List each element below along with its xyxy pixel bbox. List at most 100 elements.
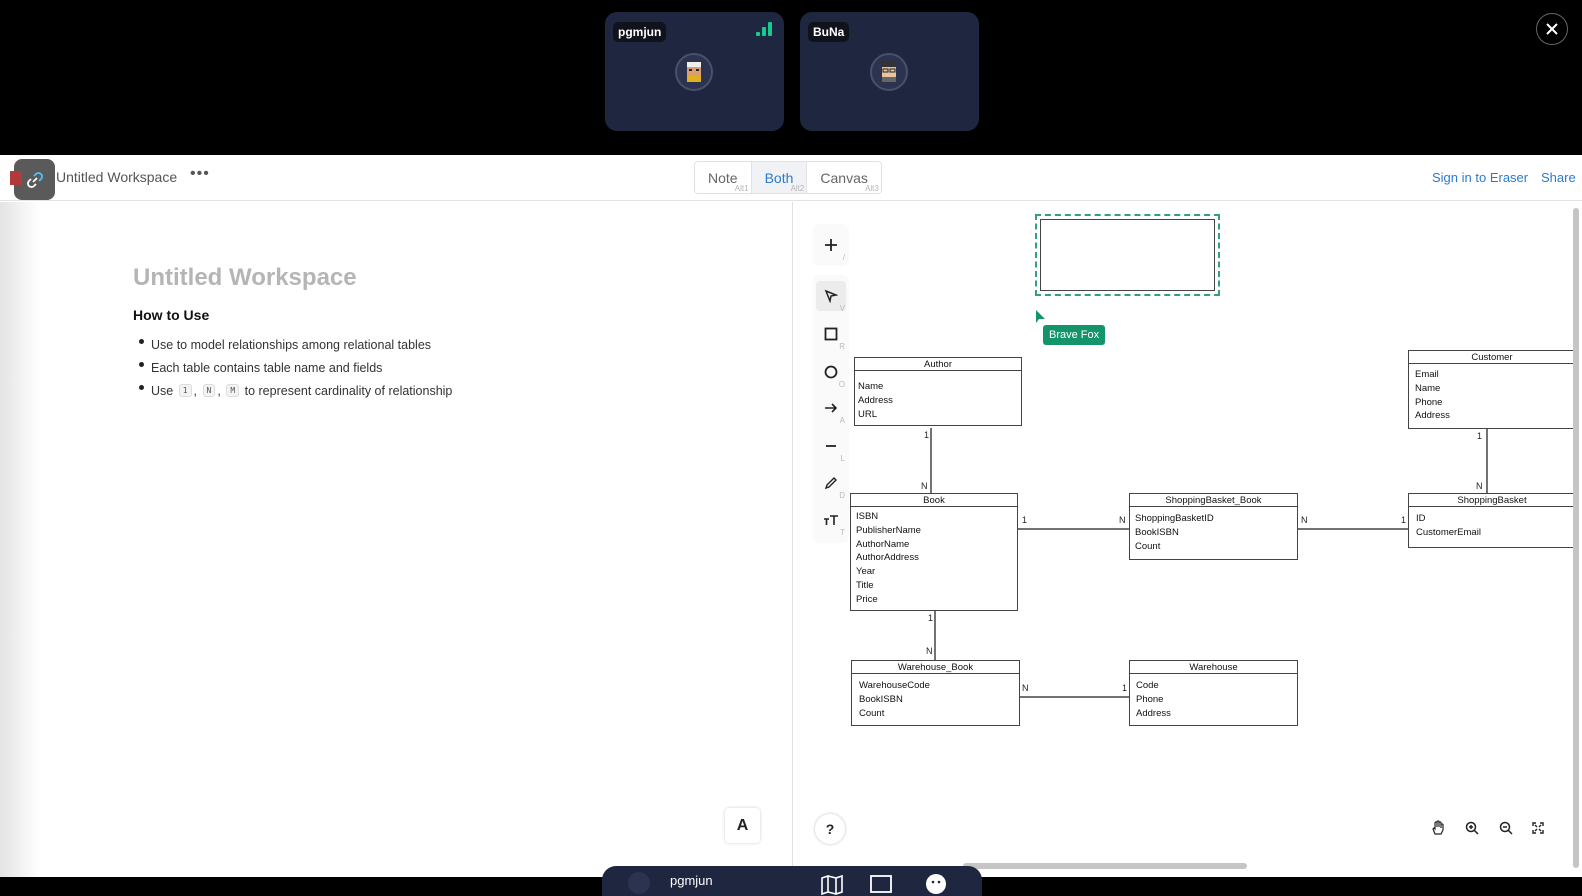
cardinality-label: 1: [1477, 431, 1483, 441]
zoom-controls: [1420, 812, 1554, 844]
table-field: Address: [858, 394, 893, 406]
cardinality-label: 1: [1122, 683, 1128, 693]
inline-code: 1: [178, 384, 192, 397]
list-item[interactable]: Use to model relationships among relatio…: [139, 333, 452, 356]
eraser-app: Untitled Workspace ••• Note Alt1 Both Al…: [0, 155, 1582, 877]
horizontal-scrollbar[interactable]: [963, 863, 1247, 869]
table-name: Customer: [1409, 351, 1575, 364]
table-field: Title: [856, 579, 874, 591]
table-fields: Code Phone Address: [1130, 674, 1297, 720]
vertical-scrollbar[interactable]: [1573, 208, 1579, 868]
current-user-name: pgmjun: [670, 873, 713, 888]
table-warehouse-book[interactable]: Warehouse_Book WarehouseCode BookISBN Co…: [851, 660, 1020, 726]
bullet-text: Use to model relationships among relatio…: [151, 337, 432, 352]
table-field: ISBN: [856, 511, 879, 522]
share-link[interactable]: Share: [1541, 170, 1576, 185]
table-field: Phone: [1136, 693, 1164, 705]
table-field: ShoppingBasketID: [1135, 513, 1214, 524]
table-field: AuthorName: [856, 538, 910, 550]
map-icon[interactable]: [820, 872, 844, 896]
sign-in-link[interactable]: Sign in to Eraser: [1432, 170, 1528, 185]
cardinality-label: N: [1119, 515, 1126, 525]
table-book[interactable]: Book ISBN PublisherName AuthorName Autho…: [850, 493, 1018, 611]
participant-tile-buna[interactable]: BuNa: [800, 12, 979, 131]
table-fields: Name Address URL: [855, 371, 1021, 421]
video-call-bar: pgmjun BuNa: [0, 0, 1582, 155]
table-field: Code: [1136, 680, 1159, 691]
table-author[interactable]: Author Name Address URL: [854, 357, 1022, 426]
table-field: Year: [856, 566, 876, 578]
fit-to-screen-icon[interactable]: [1532, 822, 1544, 834]
separator: ,: [217, 383, 221, 398]
table-field: WarehouseCode: [859, 680, 930, 691]
more-options-button[interactable]: •••: [190, 165, 210, 183]
table-field: PublisherName: [856, 524, 921, 536]
avatar: [628, 872, 650, 894]
note-heading[interactable]: How to Use: [133, 307, 209, 323]
table-fields: WarehouseCode BookISBN Count: [852, 674, 1019, 720]
pixel-avatar-icon: [882, 62, 896, 82]
eraser-logo[interactable]: [10, 159, 55, 200]
diagram-canvas[interactable]: / V R O A L D T Brave Fox 1 N 1 N N 1 1 …: [793, 202, 1582, 877]
zoom-out-icon[interactable]: [1499, 821, 1513, 835]
avatar: [675, 53, 713, 91]
table-shoppingbasket-book[interactable]: ShoppingBasket_Book ShoppingBasketID Boo…: [1129, 493, 1298, 560]
shortcut-hint: Alt3: [865, 184, 879, 193]
table-field: Email: [1415, 369, 1439, 380]
hand-tool-icon[interactable]: [1430, 820, 1446, 836]
zoom-in-icon[interactable]: [1465, 821, 1479, 835]
table-field: Count: [1135, 540, 1161, 552]
close-icon: [1546, 23, 1558, 35]
cardinality-label: N: [1301, 515, 1308, 525]
list-item[interactable]: Use 1, N, M to represent cardinality of …: [139, 379, 452, 402]
table-fields: ShoppingBasketID BookISBN Count: [1130, 507, 1297, 553]
view-note-tab[interactable]: Note Alt1: [695, 162, 752, 193]
cardinality-label: 1: [924, 430, 930, 440]
view-both-tab[interactable]: Both Alt2: [751, 162, 808, 193]
shortcut-hint: Alt1: [734, 184, 749, 193]
close-call-button[interactable]: [1536, 13, 1568, 45]
table-customer[interactable]: Customer Email Name Phone Address: [1408, 350, 1576, 429]
shortcut-hint: Alt2: [790, 184, 805, 193]
inline-code: N: [202, 384, 216, 397]
bullet-text: to represent cardinality of relationship: [244, 383, 453, 398]
view-note-label: Note: [708, 169, 738, 186]
cardinality-label: N: [921, 481, 928, 491]
participant-tile-pgmjun[interactable]: pgmjun: [605, 12, 784, 131]
avatar: [870, 53, 908, 91]
left-edge-shadow: [0, 202, 40, 877]
cardinality-label: 1: [1401, 515, 1407, 525]
text-format-button[interactable]: A: [725, 808, 760, 843]
screen-share-icon[interactable]: [869, 872, 893, 896]
table-field: Name: [858, 381, 884, 392]
table-field: BookISBN: [859, 693, 903, 705]
table-name: Warehouse: [1130, 661, 1297, 674]
cardinality-label: N: [926, 646, 933, 656]
signal-strength-icon: [756, 22, 772, 36]
view-both-label: Both: [764, 169, 794, 186]
note-bullet-list: Use to model relationships among relatio…: [139, 333, 452, 402]
bullet-text: Each table contains table name and field…: [151, 360, 383, 375]
emoji-icon[interactable]: [924, 872, 948, 896]
table-name: Warehouse_Book: [852, 661, 1019, 674]
participant-name: pgmjun: [613, 22, 667, 42]
table-field: ID: [1416, 513, 1426, 524]
table-warehouse[interactable]: Warehouse Code Phone Address: [1129, 660, 1298, 726]
help-button[interactable]: ?: [815, 814, 845, 844]
separator: ,: [193, 383, 198, 398]
view-canvas-tab[interactable]: Canvas Alt3: [807, 162, 880, 194]
table-field: CustomerEmail: [1416, 526, 1481, 538]
workspace-title[interactable]: Untitled Workspace: [56, 169, 177, 185]
cardinality-label: N: [1022, 683, 1029, 693]
table-field: AuthorAddress: [856, 552, 919, 564]
cardinality-label: 1: [1022, 515, 1028, 525]
call-controls-bar: pgmjun: [602, 866, 982, 896]
list-item[interactable]: Each table contains table name and field…: [139, 356, 452, 379]
view-mode-switcher: Note Alt1 Both Alt2 Canvas Alt3: [694, 161, 882, 194]
note-title[interactable]: Untitled Workspace: [133, 264, 357, 292]
table-fields: Email Name Phone Address: [1409, 364, 1575, 423]
table-field: Address: [1415, 410, 1450, 422]
table-fields: ID CustomerEmail: [1409, 507, 1575, 540]
bullet-text: Use: [151, 383, 174, 398]
table-shoppingbasket[interactable]: ShoppingBasket ID CustomerEmail: [1408, 493, 1576, 548]
